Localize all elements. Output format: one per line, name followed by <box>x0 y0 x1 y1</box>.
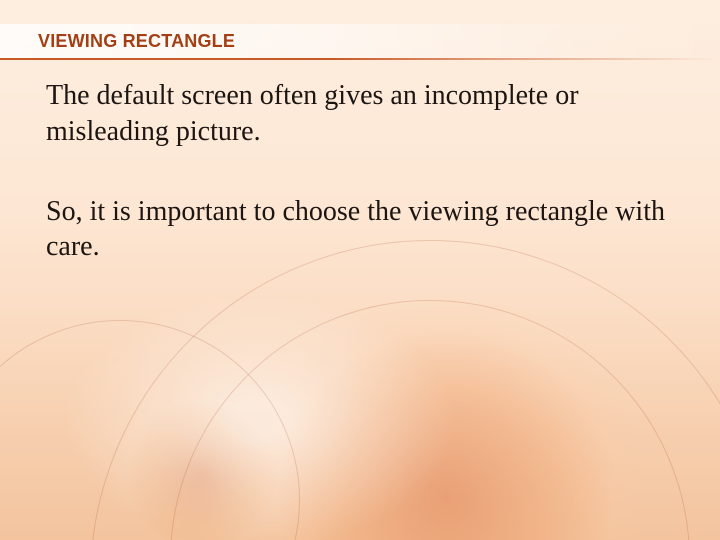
slide: VIEWING RECTANGLE The default screen oft… <box>0 0 720 540</box>
title-underline <box>0 58 720 60</box>
paragraph-1: The default screen often gives an incomp… <box>46 78 680 150</box>
paragraph-2: So, it is important to choose the viewin… <box>46 194 680 266</box>
slide-title: VIEWING RECTANGLE <box>38 31 235 52</box>
body-text: The default screen often gives an incomp… <box>46 78 680 265</box>
paragraph-spacer <box>46 150 680 194</box>
title-bar: VIEWING RECTANGLE <box>0 24 720 58</box>
